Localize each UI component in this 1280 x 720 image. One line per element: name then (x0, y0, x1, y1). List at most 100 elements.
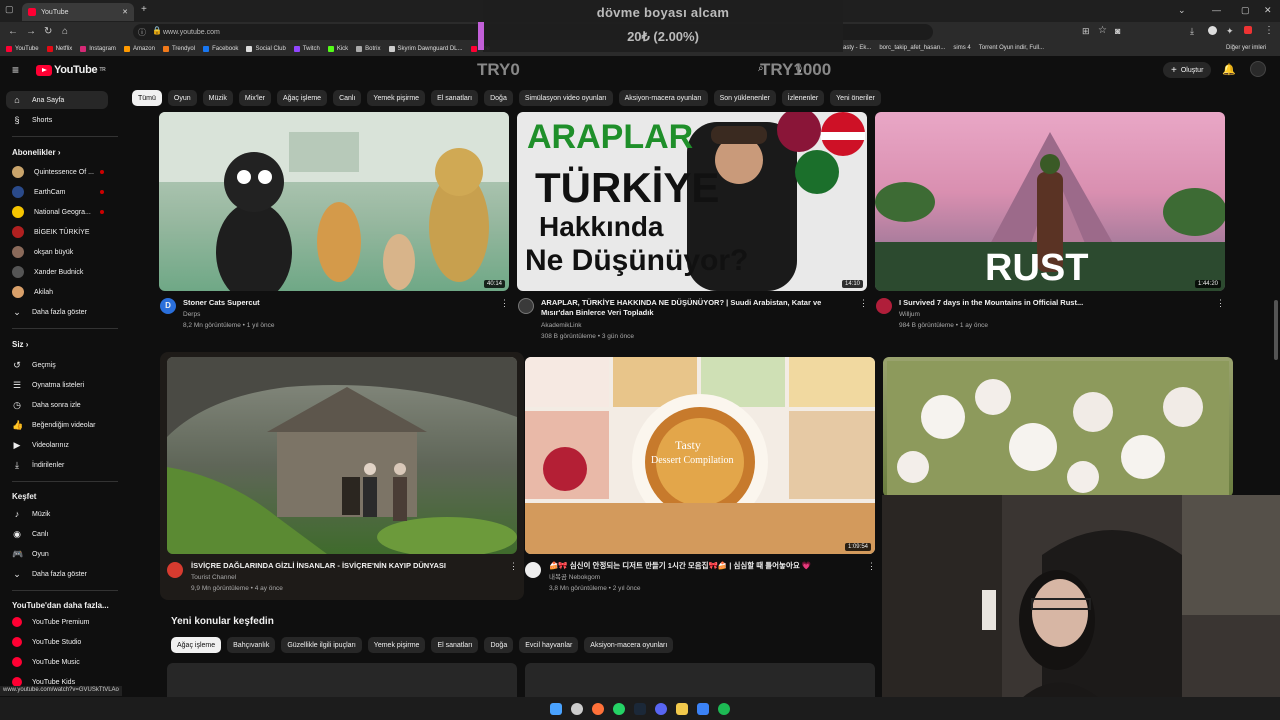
bookmark-borc[interactable]: borc_takip_afet_hasarı... (879, 45, 945, 51)
channel-avatar[interactable] (167, 562, 183, 578)
channel-avatar[interactable]: D (160, 298, 176, 314)
video-options-icon[interactable]: ⋮ (509, 561, 518, 572)
extension-badge-icon[interactable] (1244, 26, 1252, 34)
sidebar-item-studio[interactable]: YouTube Studio (6, 633, 108, 651)
channel-name[interactable]: Willjum (899, 309, 920, 320)
chip-nature[interactable]: Doğa (484, 90, 513, 106)
extensions-icon[interactable]: ✦ (1226, 26, 1234, 37)
translate-icon[interactable]: ⊞ (1082, 26, 1090, 37)
close-tab-icon[interactable]: ✕ (122, 8, 128, 16)
sidebar-item-liked[interactable]: 👍 Beğendiğim videolar (6, 416, 108, 434)
scrollbar-thumb[interactable] (1274, 300, 1278, 360)
subscriptions-header[interactable]: Abonelikler › (12, 148, 60, 157)
home-browser-icon[interactable]: ⌂ (62, 26, 68, 37)
bookmark-twitch[interactable]: Twitch (293, 46, 320, 52)
firefox-icon[interactable] (592, 702, 604, 715)
topic-chip-nature[interactable]: Doğa (484, 637, 514, 653)
video-thumbnail[interactable]: 40:14 (159, 112, 509, 291)
sidebar-sub-3[interactable]: National Geogra... (6, 203, 108, 221)
bookmark-tasty[interactable]: asty - Ek... (843, 45, 871, 51)
star-icon[interactable]: ☆ (1098, 25, 1107, 36)
video-options-icon[interactable]: ⋮ (500, 298, 509, 309)
chip-recent[interactable]: Son yüklenenler (713, 90, 776, 106)
chip-new[interactable]: Yeni öneriler (830, 90, 881, 106)
video-thumbnail[interactable] (167, 357, 517, 554)
other-bookmarks[interactable]: Diğer yer imleri (1226, 45, 1266, 51)
topic-chip-action-adventure[interactable]: Aksiyon-macera oyunları (584, 637, 674, 653)
notifications-bell-icon[interactable]: 🔔 (1222, 63, 1236, 76)
profile-extension-icon[interactable] (1208, 26, 1217, 35)
video-thumbnail[interactable] (883, 357, 1233, 497)
channel-avatar[interactable] (525, 562, 541, 578)
bookmark-social-club[interactable]: Social Club (246, 46, 286, 52)
avatar[interactable] (1250, 61, 1266, 77)
bookmark-sims[interactable]: sims 4 (953, 45, 970, 51)
video-title[interactable]: 🍰🎀 심신이 안정되는 디저트 만들기 1시간 모음집🎀🍰 | 심심할 때 틀어… (549, 561, 859, 571)
video-options-icon[interactable]: ⋮ (1216, 298, 1225, 309)
channel-name[interactable]: Tourist Channel (191, 572, 236, 583)
sidebar-sub-7[interactable]: Akilah (6, 283, 108, 301)
security-info-icon[interactable]: ⓘ (138, 27, 146, 38)
channel-avatar[interactable] (876, 298, 892, 314)
sidebar-explore-more[interactable]: ⌄ Daha fazla göster (6, 565, 108, 583)
chip-mixes[interactable]: Mix'ler (238, 90, 271, 106)
sidebar-item-playlists[interactable]: ☰ Oynatma listeleri (6, 376, 108, 394)
sidebar-sub-2[interactable]: EarthCam (6, 183, 108, 201)
topic-chip-pets[interactable]: Evcil hayvanlar (519, 637, 579, 653)
channel-name[interactable]: 내복곰 Nebokgom (549, 572, 600, 583)
sidebar-sub-1[interactable]: Quintessence Of ... (6, 163, 108, 181)
bookmark-youtube[interactable]: YouTube (6, 46, 39, 52)
menu-icon[interactable]: ≡ (12, 63, 19, 77)
sidebar-item-premium[interactable]: YouTube Premium (6, 613, 108, 631)
you-header[interactable]: Siz › (12, 340, 28, 349)
channel-name[interactable]: Derps (183, 309, 200, 320)
topic-chip-crafts[interactable]: El sanatları (431, 637, 479, 653)
sidebar-sub-6[interactable]: Xander Budnick (6, 263, 108, 281)
chip-action-adventure[interactable]: Aksiyon-macera oyunları (618, 90, 708, 106)
sidebar-sub-5[interactable]: okşan büyük (6, 243, 108, 261)
bookmark-skyrim[interactable]: Skyrim Dawnguard DL... (388, 46, 463, 52)
sidebar-item-music[interactable]: ♪ Müzik (6, 505, 108, 523)
sidebar-item-history[interactable]: ↺ Geçmiş (6, 356, 108, 374)
new-tab-icon[interactable]: + (141, 4, 147, 15)
chip-gaming[interactable]: Oyun (167, 90, 197, 106)
bookmark-kick[interactable]: Kick (327, 46, 348, 52)
camera-icon[interactable]: ◙ (1115, 26, 1120, 36)
video-thumbnail[interactable]: ARAPLAR TÜRKİYE Hakkında Ne Düşünüyor? 1… (517, 112, 867, 291)
channel-name[interactable]: AkademikLink (541, 320, 581, 331)
discord-icon[interactable] (655, 702, 667, 715)
chip-woodworking[interactable]: Ağaç işleme (276, 90, 328, 106)
topic-chip-cooking[interactable]: Yemek pişirme (367, 637, 426, 653)
sidebar-item-live[interactable]: ◉ Canlı (6, 525, 108, 543)
chip-all[interactable]: Tümü (132, 90, 162, 106)
video-thumbnail[interactable]: RUST 1:44:20 (875, 112, 1225, 291)
windows-start-icon[interactable] (550, 702, 562, 715)
video-title[interactable]: İSVİÇRE DAĞLARINDA GİZLİ İNSANLAR - İSVİ… (191, 561, 501, 571)
video-title[interactable]: Stoner Cats Supercut (183, 298, 493, 308)
chip-live[interactable]: Canlı (333, 90, 362, 106)
reload-icon[interactable]: ↻ (44, 26, 52, 37)
chip-cooking[interactable]: Yemek pişirme (367, 90, 426, 106)
video-thumbnail[interactable]: Tasty Dessert Compilation 1:09:54 (525, 357, 875, 554)
bookmark-botrix[interactable]: Botrix (356, 46, 381, 52)
file-explorer-icon[interactable] (676, 702, 688, 715)
create-button[interactable]: + Oluştur (1163, 62, 1212, 78)
video-options-icon[interactable]: ⋮ (859, 298, 868, 309)
browser-menu-icon[interactable]: ⋮ (1264, 25, 1274, 36)
bookmark-instagram[interactable]: Instagram (80, 46, 116, 52)
sidebar-item-music-app[interactable]: YouTube Music (6, 653, 108, 671)
app-icon[interactable] (697, 702, 709, 715)
video-title[interactable]: I Survived 7 days in the Mountains in Of… (899, 298, 1209, 308)
tab-list-icon[interactable]: ▢ (5, 4, 14, 15)
back-icon[interactable]: ← (8, 26, 18, 37)
spotify-icon[interactable] (718, 702, 730, 715)
chevron-down-icon[interactable]: ⌄ (1178, 5, 1186, 16)
topic-chip-beauty[interactable]: Güzellikle ilgili ipuçları (281, 637, 362, 653)
downloads-icon[interactable]: ⤓ (1190, 26, 1194, 37)
topic-chip-gardening[interactable]: Bahçıvanlık (227, 637, 276, 653)
sidebar-item-your-videos[interactable]: ▶ Videolarınız (6, 436, 108, 454)
video-options-icon[interactable]: ⋮ (867, 561, 876, 572)
close-window-icon[interactable]: ✕ (1264, 5, 1272, 16)
sidebar-item-downloads[interactable]: ⤓ İndirilenler (6, 456, 108, 474)
minimize-icon[interactable]: — (1212, 5, 1221, 15)
